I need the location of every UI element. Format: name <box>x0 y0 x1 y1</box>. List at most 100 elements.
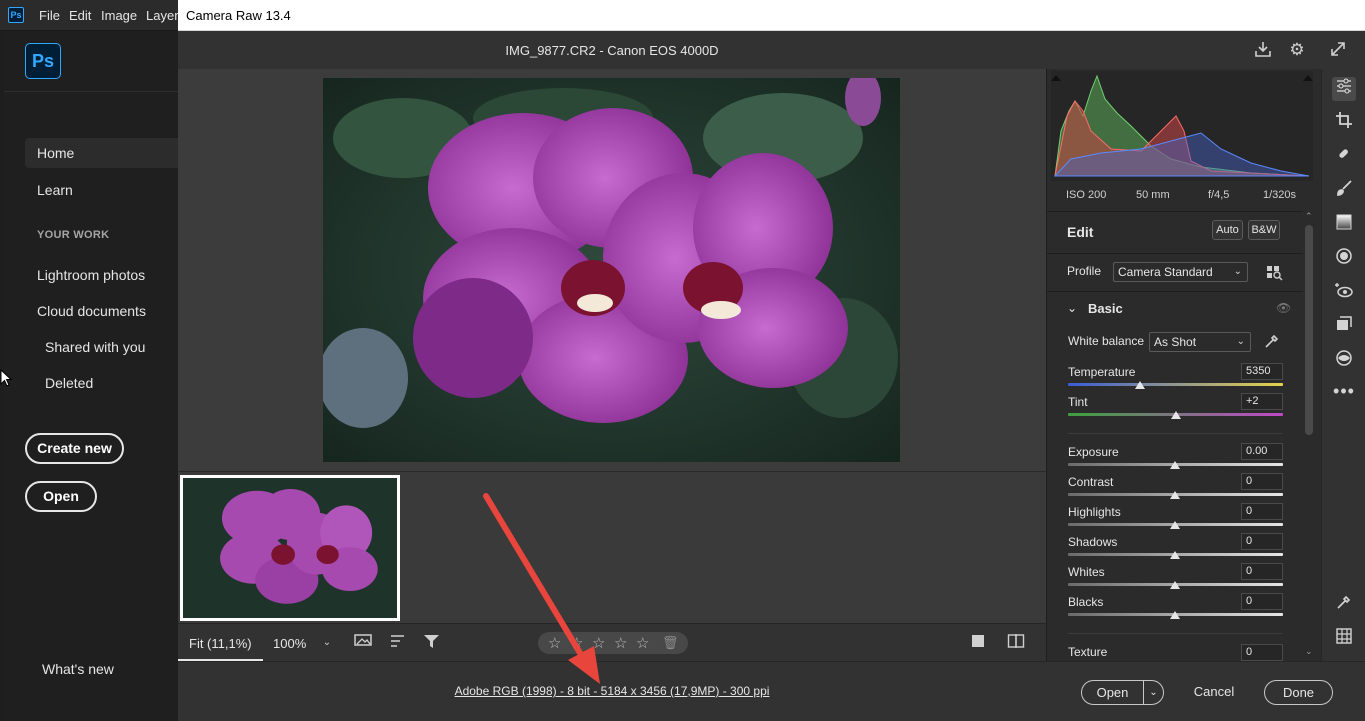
gear-icon[interactable]: ⚙ <box>1287 40 1307 60</box>
panel-scrollbar[interactable]: ⌃ ⌄ <box>1303 211 1315 661</box>
window-title: Camera Raw 13.4 <box>186 8 291 23</box>
your-work-heading: YOUR WORK <box>37 229 110 241</box>
whites-slider-handle[interactable] <box>1170 581 1180 589</box>
shadows-label: Shadows <box>1068 535 1118 549</box>
open-image-button[interactable]: Open <box>1081 680 1144 705</box>
star-icon[interactable]: ☆ <box>636 634 649 652</box>
healing-brush-icon[interactable] <box>1332 145 1356 169</box>
temperature-input[interactable]: 5350 <box>1241 363 1283 380</box>
nav-home[interactable]: Home <box>25 138 178 168</box>
photo-preview[interactable] <box>323 78 900 462</box>
histogram <box>1051 71 1313 181</box>
nav-deleted[interactable]: Deleted <box>45 375 93 391</box>
menu-image[interactable]: Image <box>101 8 137 23</box>
temperature-slider-handle[interactable] <box>1135 381 1145 389</box>
sort-icon[interactable] <box>388 633 408 653</box>
profile-select[interactable]: Camera Standard ⌄ <box>1113 262 1248 282</box>
chevron-down-icon: ⌄ <box>1233 266 1242 277</box>
whites-input[interactable]: 0 <box>1241 563 1283 580</box>
menu-layer[interactable]: Layer <box>146 8 179 23</box>
graduated-filter-icon[interactable] <box>1332 213 1356 237</box>
red-eye-icon[interactable] <box>1332 281 1356 305</box>
highlights-slider-handle[interactable] <box>1170 521 1180 529</box>
menu-file[interactable]: File <box>39 8 60 23</box>
scroll-down-icon[interactable]: ⌄ <box>1305 646 1313 657</box>
zoom-100-button[interactable]: 100% <box>273 636 306 651</box>
photoshop-logo: Ps <box>25 43 61 79</box>
divider <box>4 91 178 92</box>
blacks-slider-handle[interactable] <box>1170 611 1180 619</box>
cancel-button[interactable]: Cancel <box>1180 680 1248 705</box>
basic-section-header[interactable]: ⌄ Basic 👁 <box>1047 291 1303 325</box>
filmstrip-thumbnail[interactable] <box>180 475 400 621</box>
more-options-icon[interactable]: ••• <box>1332 379 1356 403</box>
grid-overlay-icon[interactable] <box>1332 627 1356 651</box>
save-icon[interactable] <box>1253 40 1273 60</box>
visibility-eye-icon[interactable]: 👁 <box>1276 301 1291 315</box>
tint-input[interactable]: +2 <box>1241 393 1283 410</box>
highlights-label: Highlights <box>1068 505 1121 519</box>
zoom-dropdown-chevron-icon[interactable]: ⌄ <box>317 633 337 653</box>
eyedropper-icon[interactable] <box>1263 332 1283 352</box>
nav-lightroom-photos[interactable]: Lightroom photos <box>37 267 145 283</box>
done-button[interactable]: Done <box>1264 680 1333 705</box>
crop-icon[interactable] <box>1332 111 1356 135</box>
exposure-slider-handle[interactable] <box>1170 461 1180 469</box>
nav-cloud-documents[interactable]: Cloud documents <box>37 303 146 319</box>
color-sampler-icon[interactable] <box>1332 593 1356 617</box>
before-after-icon[interactable] <box>968 633 988 653</box>
exif-focal-length: 50 mm <box>1136 189 1170 201</box>
filter-icon[interactable] <box>422 633 442 653</box>
exif-shutter: 1/320s <box>1263 189 1297 201</box>
scroll-up-icon[interactable]: ⌃ <box>1305 211 1313 222</box>
auto-button[interactable]: Auto <box>1212 220 1243 240</box>
bw-button[interactable]: B&W <box>1248 220 1280 240</box>
mouse-cursor-icon <box>0 369 13 387</box>
edit-panel: ISO 200 50 mm f/4,5 1/320s Edit Auto B&W… <box>1046 69 1321 661</box>
trash-icon[interactable]: 🗑 <box>662 635 679 651</box>
filmstrip-toggle-icon[interactable] <box>354 633 374 653</box>
contrast-slider-handle[interactable] <box>1170 491 1180 499</box>
exposure-input[interactable]: 0.00 <box>1241 443 1283 460</box>
open-button[interactable]: Open <box>25 481 97 512</box>
contrast-label: Contrast <box>1068 475 1114 489</box>
contrast-input[interactable]: 0 <box>1241 473 1283 490</box>
photoshop-home-sidebar: Ps Home Learn YOUR WORK Lightroom photos… <box>4 31 178 721</box>
open-options-chevron-icon[interactable]: ⌄ <box>1143 680 1164 705</box>
highlights-input[interactable]: 0 <box>1241 503 1283 520</box>
fullscreen-icon[interactable] <box>1328 40 1348 60</box>
snapshots-icon[interactable] <box>1332 315 1356 339</box>
photoshop-app-icon: Ps <box>8 7 24 23</box>
shadows-input[interactable]: 0 <box>1241 533 1283 550</box>
exposure-label: Exposure <box>1068 445 1119 459</box>
scrollbar-thumb[interactable] <box>1305 225 1313 435</box>
presets-icon[interactable] <box>1332 349 1356 373</box>
divider <box>1068 633 1283 634</box>
camera-raw-window: Camera Raw 13.4 IMG_9877.CR2 - Canon EOS… <box>178 0 1365 721</box>
tint-label: Tint <box>1068 395 1088 409</box>
nav-whats-new[interactable]: What's new <box>42 661 114 677</box>
camera-raw-header: IMG_9877.CR2 - Canon EOS 4000D ⚙ <box>178 31 1365 69</box>
temperature-label: Temperature <box>1068 365 1136 379</box>
texture-input[interactable]: 0 <box>1241 644 1283 661</box>
nav-learn[interactable]: Learn <box>37 182 73 198</box>
nav-shared-with-you[interactable]: Shared with you <box>45 339 145 355</box>
edit-sliders-icon[interactable] <box>1332 77 1356 101</box>
file-title: IMG_9877.CR2 - Canon EOS 4000D <box>505 43 719 58</box>
whites-label: Whites <box>1068 565 1105 579</box>
white-balance-select[interactable]: As Shot ⌄ <box>1149 332 1251 352</box>
blacks-input[interactable]: 0 <box>1241 593 1283 610</box>
shadows-slider-handle[interactable] <box>1170 551 1180 559</box>
radial-filter-icon[interactable] <box>1332 247 1356 271</box>
profile-browser-icon[interactable] <box>1265 263 1283 281</box>
edit-title: Edit <box>1067 224 1094 240</box>
tool-strip: ••• <box>1321 69 1365 661</box>
exif-info: ISO 200 50 mm f/4,5 1/320s <box>1051 183 1313 209</box>
menu-edit[interactable]: Edit <box>69 8 91 23</box>
split-view-icon[interactable] <box>1006 633 1026 653</box>
temperature-slider[interactable] <box>1068 383 1283 386</box>
tint-slider-handle[interactable] <box>1171 411 1181 419</box>
adjustment-brush-icon[interactable] <box>1332 179 1356 203</box>
create-new-button[interactable]: Create new <box>25 433 124 464</box>
fit-zoom-button[interactable]: Fit (11,1%) <box>189 636 252 651</box>
